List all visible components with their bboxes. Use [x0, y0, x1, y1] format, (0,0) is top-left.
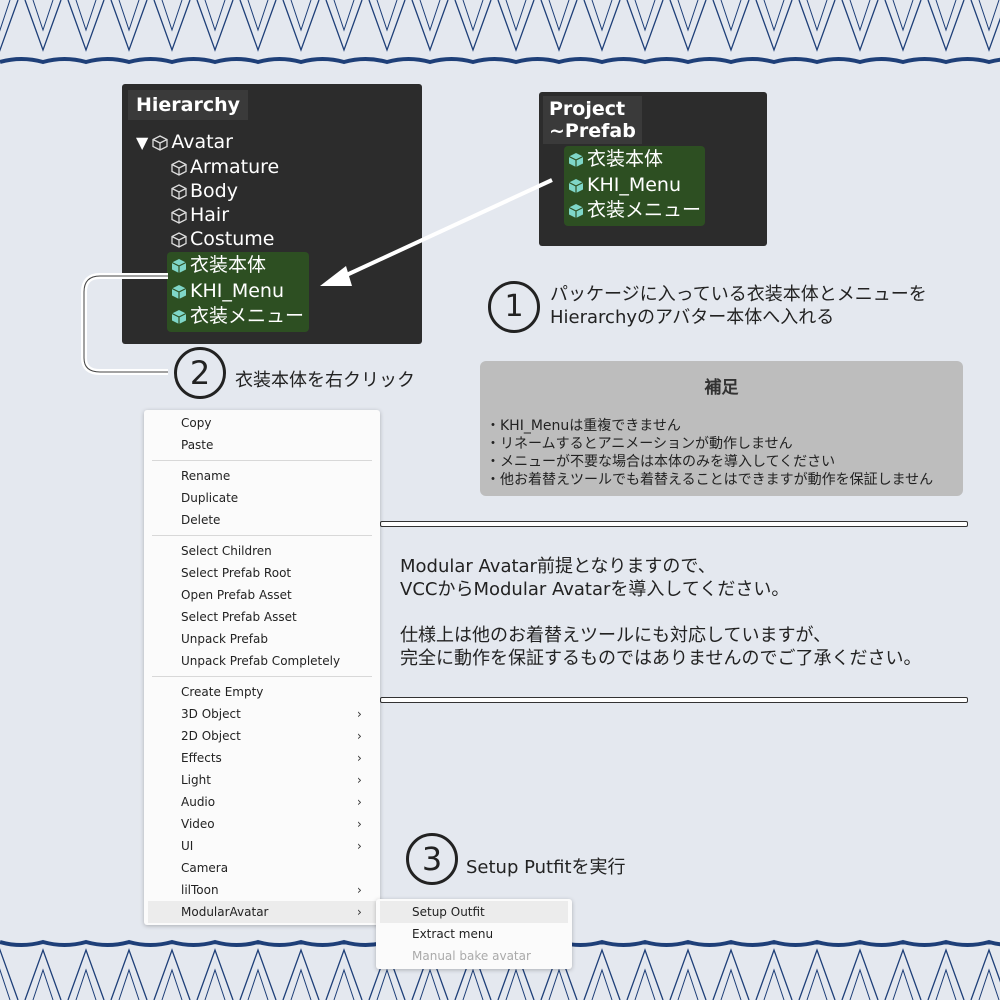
menu-item-select-children[interactable]: Select Children: [144, 540, 380, 562]
prefab-icon: [171, 284, 187, 299]
gameobject-icon: [171, 207, 187, 224]
menu-item-copy[interactable]: Copy: [144, 412, 380, 434]
menu-item-camera[interactable]: Camera: [144, 857, 380, 879]
hierarchy-title: Hierarchy: [128, 90, 249, 120]
menu-item-liltoon[interactable]: lilToon ›: [144, 879, 380, 901]
step3-number: 3: [406, 833, 458, 885]
menu-item-rename[interactable]: Rename: [144, 465, 380, 487]
chevron-right-icon: ›: [357, 817, 362, 831]
menu-separator: [152, 535, 372, 536]
menu-item-paste[interactable]: Paste: [144, 434, 380, 456]
project-folder-line: ~Prefab: [549, 120, 636, 142]
gameobject-icon: [152, 134, 168, 151]
tree-item-label: Costume: [190, 228, 275, 250]
project-item-label: 衣装本体: [587, 148, 664, 170]
note-line: ・リネームするとアニメーションが動作しません: [486, 436, 793, 452]
chevron-right-icon: ›: [357, 839, 362, 853]
step2-number: 2: [174, 347, 226, 399]
project-item-khi-menu[interactable]: KHI_Menu: [568, 173, 681, 198]
menu-item-unpack-prefab[interactable]: Unpack Prefab: [144, 628, 380, 650]
tree-item-khi-menu[interactable]: KHI_Menu: [171, 279, 284, 304]
note-line: ・KHI_Menuは重複できません: [486, 418, 681, 434]
chevron-right-icon: ›: [357, 707, 362, 721]
tree-item-label: 衣装メニュー: [190, 305, 305, 327]
hierarchy-panel: Hierarchy ▼ Avatar Armature Body Hair Co…: [122, 84, 422, 344]
menu-item-audio[interactable]: Audio ›: [144, 791, 380, 813]
menu-item-delete[interactable]: Delete: [144, 509, 380, 531]
project-item-costume-menu[interactable]: 衣装メニュー: [568, 198, 701, 223]
menu-item-effects[interactable]: Effects ›: [144, 747, 380, 769]
prefab-icon: [568, 203, 584, 218]
chevron-right-icon: ›: [357, 795, 362, 809]
step1-line2: Hierarchyのアバター本体へ入れる: [550, 307, 835, 328]
menu-item-unpack-prefab-completely[interactable]: Unpack Prefab Completely: [144, 650, 380, 672]
project-title-line: Project: [549, 98, 626, 120]
menu-item-create-empty[interactable]: Create Empty: [144, 681, 380, 703]
tree-item-label: Avatar: [171, 131, 233, 153]
step1-digit: 1: [504, 289, 524, 324]
tree-item-costume-body[interactable]: 衣装本体: [171, 253, 266, 278]
note-line: ・他お着替えツールでも着替えることはできますが動作を保証しません: [486, 472, 934, 488]
tree-item-costume[interactable]: Costume: [171, 227, 274, 252]
gameobject-icon: [171, 159, 187, 176]
project-item-label: 衣装メニュー: [587, 199, 702, 221]
menu-item-modularavatar[interactable]: ModularAvatar ›: [148, 901, 376, 923]
tree-item-armature[interactable]: Armature: [171, 155, 279, 180]
main-text-line3: 仕様上は他のお着替えツールにも対応していますが、: [400, 625, 832, 646]
step3-text: Setup Putfitを実行: [466, 857, 626, 878]
tree-item-hair[interactable]: Hair: [171, 203, 229, 228]
menu-item-select-prefab-asset[interactable]: Select Prefab Asset: [144, 606, 380, 628]
tree-item-label: KHI_Menu: [190, 280, 285, 302]
chevron-right-icon: ›: [357, 729, 362, 743]
chevron-right-icon: ›: [357, 883, 362, 897]
submenu-item-setup-outfit[interactable]: Setup Outfit: [380, 901, 568, 923]
expand-arrow-icon[interactable]: ▼: [136, 130, 148, 155]
submenu-item-manual-bake-avatar: Manual bake avatar: [412, 949, 531, 963]
note-title: 補足: [704, 378, 739, 398]
main-text-line1: Modular Avatar前提となりますので、: [400, 556, 716, 577]
step1-line1: パッケージに入っている衣装本体とメニューを: [550, 284, 927, 305]
main-text-line2: VCCからModular Avatarを導入してください。: [400, 579, 790, 600]
context-menu: Copy Paste Rename Duplicate Delete Selec…: [144, 410, 380, 925]
gameobject-icon: [171, 231, 187, 248]
top-lace-border: [0, 0, 1000, 65]
menu-item-duplicate[interactable]: Duplicate: [144, 487, 380, 509]
prefab-icon: [568, 178, 584, 193]
prefab-icon: [568, 152, 584, 167]
project-panel: Project ~Prefab 衣装本体 KHI_Menu 衣装メニュー: [539, 92, 767, 246]
menu-item-light[interactable]: Light ›: [144, 769, 380, 791]
prefab-icon: [171, 309, 187, 324]
tree-item-label: Body: [190, 180, 238, 202]
note-line: ・メニューが不要な場合は本体のみを導入してください: [486, 454, 836, 470]
chevron-right-icon: ›: [357, 751, 362, 765]
note-box: 補足 ・KHI_Menuは重複できません ・リネームするとアニメーションが動作し…: [480, 361, 963, 496]
project-item-costume-body[interactable]: 衣装本体: [568, 147, 663, 172]
project-item-label: KHI_Menu: [587, 174, 682, 196]
prefab-icon: [171, 258, 187, 273]
tree-item-label: Armature: [190, 156, 280, 178]
menu-separator: [152, 460, 372, 461]
main-text-line4: 完全に動作を保証するものではありませんのでご了承ください。: [400, 648, 922, 669]
menu-item-ui[interactable]: UI ›: [144, 835, 380, 857]
tree-item-label: 衣装本体: [190, 254, 267, 276]
submenu-item-extract-menu[interactable]: Extract menu: [376, 923, 572, 945]
menu-item-open-prefab-asset[interactable]: Open Prefab Asset: [144, 584, 380, 606]
step2-text: 衣装本体を右クリック: [235, 370, 415, 391]
menu-item-3d-object[interactable]: 3D Object ›: [144, 703, 380, 725]
menu-separator: [152, 676, 372, 677]
menu-item-2d-object[interactable]: 2D Object ›: [144, 725, 380, 747]
menu-item-select-prefab-root[interactable]: Select Prefab Root: [144, 562, 380, 584]
chevron-right-icon: ›: [357, 905, 362, 919]
gameobject-icon: [171, 183, 187, 200]
tree-item-body[interactable]: Body: [171, 179, 238, 204]
separator-bottom: [380, 697, 968, 703]
tree-item-costume-menu[interactable]: 衣装メニュー: [171, 304, 304, 329]
tree-item-avatar[interactable]: ▼ Avatar: [136, 130, 233, 155]
menu-item-video[interactable]: Video ›: [144, 813, 380, 835]
tree-item-label: Hair: [190, 204, 230, 226]
separator-top: [380, 521, 968, 527]
modularavatar-submenu: Setup Outfit Extract menu Manual bake av…: [376, 899, 572, 969]
project-title: Project ~Prefab: [543, 96, 642, 144]
chevron-right-icon: ›: [357, 773, 362, 787]
